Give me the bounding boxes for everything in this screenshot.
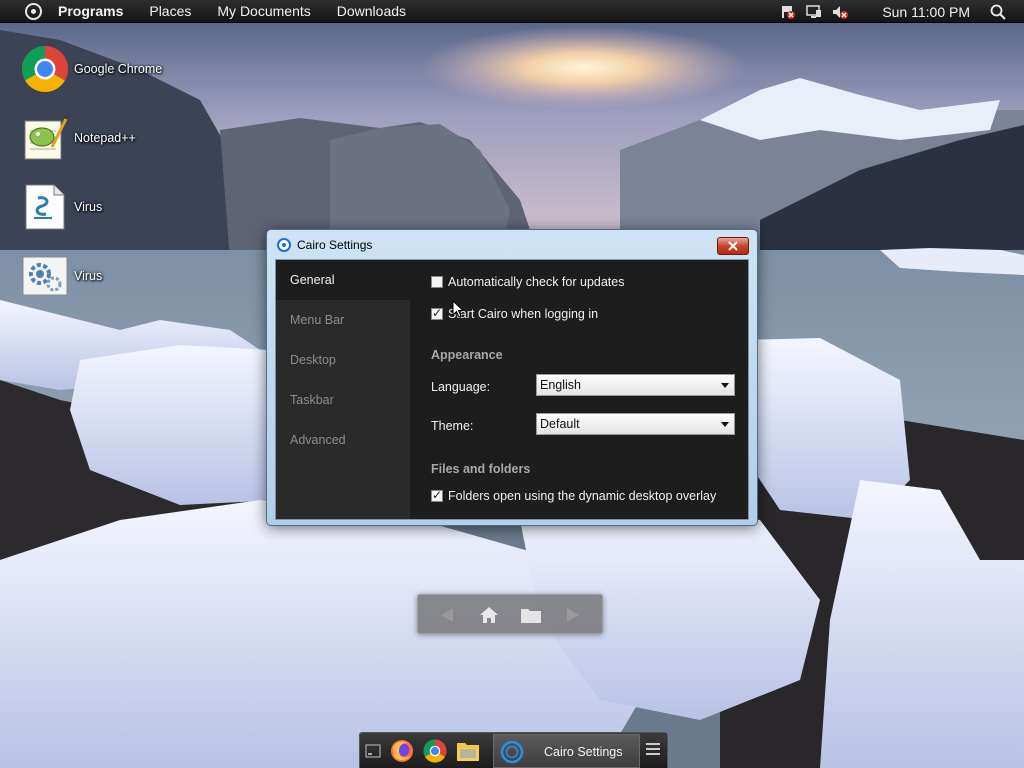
chevron-down-icon (721, 383, 729, 388)
dynamic-overlay-label: Folders open using the dynamic desktop o… (448, 489, 717, 503)
window-titlebar[interactable]: Cairo Settings (267, 230, 757, 258)
auto-update-checkbox[interactable] (431, 276, 443, 288)
back-button[interactable] (436, 604, 458, 626)
cairo-logo-icon (500, 740, 524, 764)
system-tray: Sun 11:00 PM (780, 0, 1024, 23)
taskbar-firefox[interactable] (389, 738, 415, 764)
chrome-icon (423, 739, 447, 763)
theme-label: Theme: (431, 419, 474, 433)
appearance-heading: Appearance (431, 348, 503, 362)
mouse-cursor-icon (452, 300, 464, 318)
menu-programs[interactable]: Programs (58, 3, 123, 19)
sidebar-item-advanced[interactable]: Advanced (276, 420, 410, 460)
language-value: English (540, 378, 581, 392)
cairo-menu-icon[interactable] (25, 2, 42, 20)
dynamic-overlay-option[interactable]: Folders open using the dynamic desktop o… (431, 488, 717, 503)
taskbar-chrome[interactable] (422, 738, 448, 764)
theme-select[interactable]: Default (536, 413, 735, 435)
firefox-icon (391, 740, 413, 762)
file-explorer-icon (457, 743, 479, 761)
task-label: Cairo Settings (544, 745, 623, 759)
settings-file-icon (22, 256, 68, 296)
sidebar-item-general[interactable]: General (276, 260, 410, 300)
taskbar-menu-icon[interactable] (646, 743, 660, 757)
volume-muted-icon[interactable] (832, 4, 849, 20)
close-icon (728, 241, 738, 251)
sidebar-item-menu-bar[interactable]: Menu Bar (276, 300, 410, 340)
dynamic-overlay-checkbox[interactable] (431, 488, 443, 502)
home-icon (480, 607, 498, 623)
start-on-login-label: Start Cairo when logging in (448, 307, 599, 321)
clock[interactable]: Sun 11:00 PM (882, 4, 970, 20)
forward-button[interactable] (562, 604, 584, 626)
language-select[interactable]: English (536, 374, 735, 396)
network-error-icon[interactable] (780, 4, 796, 20)
desktop-icon-virus-settings[interactable]: Virus (20, 248, 180, 304)
home-button[interactable] (478, 604, 500, 626)
desktop-icon-label: Notepad++ (74, 131, 136, 145)
desktop-icon (365, 744, 381, 758)
script-file-icon (25, 184, 65, 230)
menu-places[interactable]: Places (149, 3, 191, 19)
chevron-down-icon (721, 422, 729, 427)
desktop-icon-label: Virus (74, 269, 103, 283)
window-title: Cairo Settings (297, 238, 373, 252)
cairo-logo-icon (277, 238, 291, 252)
chrome-icon (22, 46, 68, 92)
taskbar-file-explorer[interactable] (455, 738, 481, 764)
close-button[interactable] (717, 237, 749, 255)
show-desktop-button[interactable] (360, 738, 386, 764)
window-client-area: General Menu Bar Desktop Taskbar Advance… (275, 259, 749, 520)
desktop-icon-virus-script[interactable]: Virus (20, 179, 180, 235)
taskbar: Cairo Settings (359, 732, 668, 768)
folder-navigation-bar (417, 594, 603, 634)
folder-icon (521, 609, 541, 623)
desktop-icon-label: Virus (74, 200, 103, 214)
sidebar-item-desktop[interactable]: Desktop (276, 340, 410, 380)
desktop-icon-label: Google Chrome (74, 62, 163, 76)
desktop-icon-google-chrome[interactable]: Google Chrome (20, 41, 180, 97)
top-menu-bar: Programs Places My Documents Downloads S… (0, 0, 1024, 23)
taskbar-task-cairo-settings[interactable]: Cairo Settings (493, 734, 640, 768)
settings-sidebar: General Menu Bar Desktop Taskbar Advance… (276, 260, 410, 519)
menu-downloads[interactable]: Downloads (337, 3, 406, 19)
forward-arrow-icon (567, 608, 579, 622)
auto-update-option[interactable]: Automatically check for updates (431, 275, 624, 289)
back-arrow-icon (441, 608, 453, 622)
cairo-settings-window: Cairo Settings General Menu Bar Desktop … (266, 229, 758, 526)
menu-my-documents[interactable]: My Documents (217, 3, 310, 19)
auto-update-label: Automatically check for updates (448, 275, 625, 289)
files-folders-heading: Files and folders (431, 462, 531, 476)
general-settings-panel: Automatically check for updates Start Ca… (410, 260, 750, 519)
notepadpp-icon (24, 116, 68, 160)
language-label: Language: (431, 380, 491, 394)
sidebar-item-taskbar[interactable]: Taskbar (276, 380, 410, 420)
start-on-login-checkbox[interactable] (431, 306, 443, 320)
theme-value: Default (540, 417, 580, 431)
browse-folder-button[interactable] (520, 604, 542, 626)
monitor-icon[interactable] (806, 4, 822, 20)
desktop-icon-notepadpp[interactable]: Notepad++ (20, 110, 180, 166)
search-icon[interactable] (990, 4, 1006, 20)
